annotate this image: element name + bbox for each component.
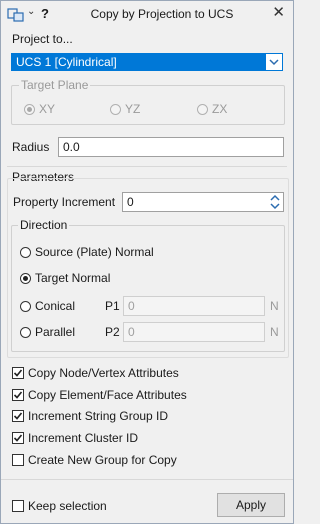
apply-button[interactable]: Apply — [217, 493, 285, 517]
target-plane-title: Target Plane — [19, 78, 91, 92]
radio-xy-label: XY — [39, 102, 56, 116]
radius-field[interactable]: 0.0 — [58, 137, 284, 157]
keep-selection-label: Keep selection — [28, 499, 107, 513]
title-bar: ⌄ ? Copy by Projection to UCS ✕ — [1, 1, 293, 27]
ucs-dropdown-value: UCS 1 [Cylindrical] — [12, 54, 266, 70]
ucs-dropdown[interactable]: UCS 1 [Cylindrical] — [11, 53, 283, 71]
copy-element-attributes-checkbox[interactable] — [12, 389, 24, 401]
radio-conical[interactable] — [20, 301, 31, 312]
create-new-group-label: Create New Group for Copy — [28, 453, 177, 467]
radio-target-normal-label: Target Normal — [35, 271, 111, 285]
help-button[interactable]: ? — [41, 6, 49, 21]
radio-parallel[interactable] — [20, 327, 31, 338]
chevron-down-icon[interactable] — [268, 57, 280, 67]
radio-xy[interactable] — [24, 104, 35, 115]
radio-target-normal[interactable] — [20, 273, 31, 284]
increment-string-group-label: Increment String Group ID — [28, 409, 169, 423]
direction-title: Direction — [18, 218, 70, 232]
radius-label: Radius — [12, 140, 50, 154]
increment-cluster-id-label: Increment Cluster ID — [28, 431, 139, 445]
radio-zx-label: ZX — [212, 102, 228, 116]
property-increment-field[interactable]: 0 — [122, 192, 284, 212]
spinner-icon[interactable] — [269, 193, 281, 211]
p2-field[interactable]: 0 — [123, 322, 265, 342]
radio-yz-label: YZ — [125, 102, 141, 116]
copy-node-attributes-label: Copy Node/Vertex Attributes — [28, 366, 179, 380]
radio-yz[interactable] — [110, 104, 121, 115]
copy-element-attributes-label: Copy Element/Face Attributes — [28, 388, 187, 402]
property-increment-label: Property Increment — [13, 195, 116, 209]
project-to-title: Project to... — [12, 32, 73, 46]
p1-unit: N — [270, 299, 279, 313]
chevron-down-icon[interactable]: ⌄ — [27, 6, 35, 17]
radio-conical-label: Conical — [35, 299, 76, 313]
copy-node-attributes-checkbox[interactable] — [12, 367, 24, 379]
radio-source-normal-label: Source (Plate) Normal — [35, 245, 154, 259]
create-new-group-checkbox[interactable] — [12, 454, 24, 466]
p1-label: P1 — [105, 299, 120, 313]
p1-field[interactable]: 0 — [123, 296, 265, 316]
copy-icon[interactable] — [7, 8, 25, 22]
radio-parallel-label: Parallel — [35, 325, 76, 339]
separator — [7, 166, 287, 167]
increment-cluster-id-checkbox[interactable] — [12, 432, 24, 444]
p2-label: P2 — [105, 325, 120, 339]
close-icon[interactable]: ✕ — [272, 4, 285, 22]
keep-selection-checkbox[interactable] — [12, 500, 24, 512]
footer-separator — [1, 479, 293, 480]
radio-source-normal[interactable] — [20, 247, 31, 258]
dialog-title: Copy by Projection to UCS — [90, 7, 234, 21]
dialog-window: ⌄ ? Copy by Projection to UCS ✕ Project … — [0, 0, 294, 524]
p2-unit: N — [270, 325, 279, 339]
increment-string-group-checkbox[interactable] — [12, 410, 24, 422]
radio-zx[interactable] — [197, 104, 208, 115]
